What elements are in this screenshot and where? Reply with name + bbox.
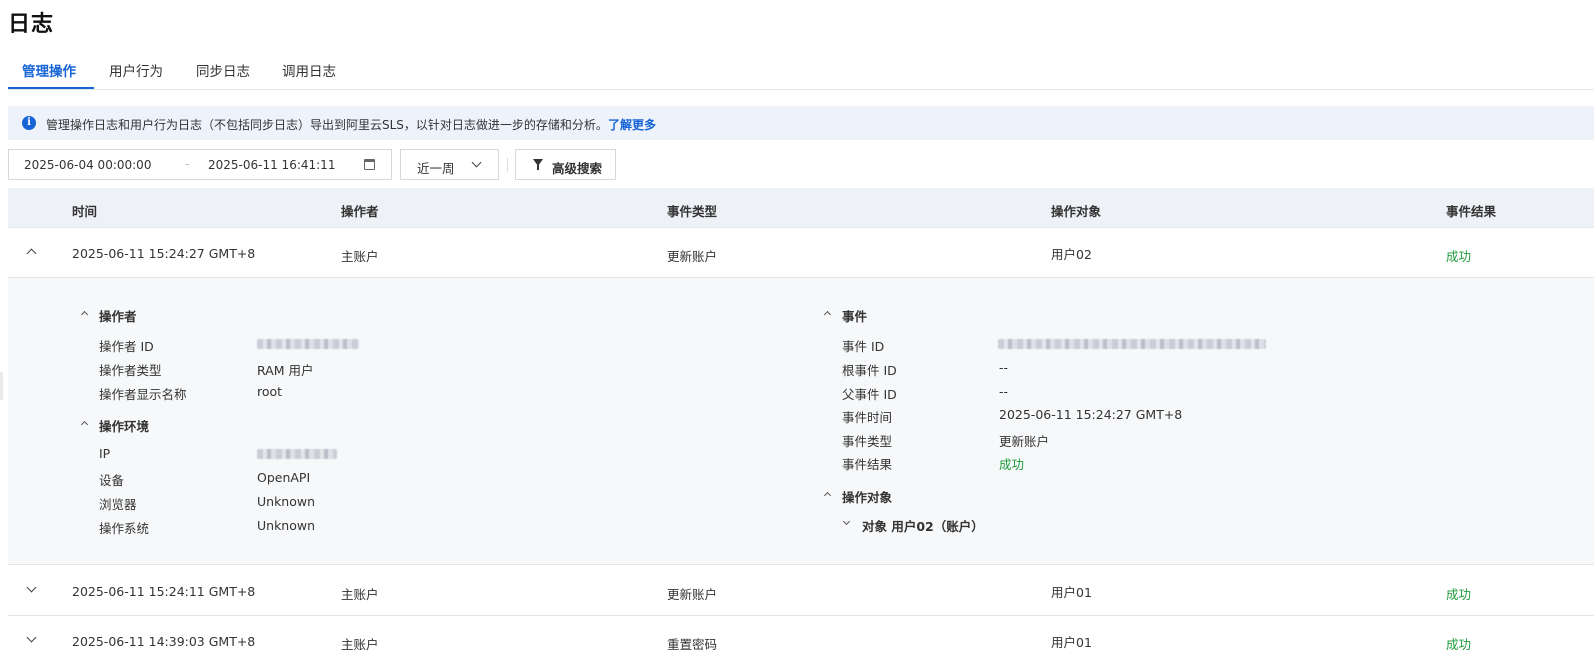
row-target: 用户01 xyxy=(1051,635,1092,650)
date-start[interactable]: 2025-06-04 00:00:00 xyxy=(24,158,151,172)
chevron-up-icon[interactable] xyxy=(823,310,832,319)
tab-bar: 管理操作 用户行为 同步日志 调用日志 xyxy=(8,50,1594,90)
chevron-up-icon xyxy=(26,248,37,259)
ip-label: IP xyxy=(99,446,111,461)
tab-management-ops[interactable]: 管理操作 xyxy=(22,60,76,90)
table-header: 时间 操作者 事件类型 操作对象 事件结果 xyxy=(8,188,1594,228)
chevron-down-icon xyxy=(26,632,37,643)
row-event-type: 重置密码 xyxy=(667,637,718,652)
notice-banner: i 管理操作日志和用户行为日志（不包括同步日志）导出到阿里云SLS，以针对日志做… xyxy=(8,106,1594,140)
chevron-up-icon[interactable] xyxy=(80,420,89,429)
browser-value: Unknown xyxy=(257,494,316,509)
target-object-item[interactable]: 对象 用户02（账户） xyxy=(862,516,984,535)
row-event-type: 更新账户 xyxy=(667,587,718,602)
event-time-value: 2025-06-11 15:24:27 GMT+8 xyxy=(999,407,1183,422)
date-end[interactable]: 2025-06-11 16:41:11 xyxy=(208,158,335,172)
row-target: 用户02 xyxy=(1051,247,1092,262)
row-time: 2025-06-11 14:39:03 GMT+8 xyxy=(72,634,256,649)
filter-icon xyxy=(533,159,543,170)
event-id-label: 事件 ID xyxy=(842,339,885,354)
row-target: 用户01 xyxy=(1051,585,1092,600)
notice-message: 管理操作日志和用户行为日志（不包括同步日志）导出到阿里云SLS，以针对日志做进一… xyxy=(46,118,608,132)
row-time: 2025-06-11 15:24:11 GMT+8 xyxy=(72,584,256,599)
expand-row-button[interactable] xyxy=(24,631,40,647)
tab-sync-log[interactable]: 同步日志 xyxy=(196,60,250,90)
os-value: Unknown xyxy=(257,518,316,533)
advanced-search-button[interactable]: 高级搜索 xyxy=(515,149,616,180)
event-time-label: 事件时间 xyxy=(842,410,893,425)
os-label: 操作系统 xyxy=(99,521,150,536)
chevron-down-icon xyxy=(26,582,37,593)
table-row[interactable]: 2025-06-11 15:24:27 GMT+8 主账户 更新账户 用户02 … xyxy=(8,228,1594,278)
redacted-ip xyxy=(257,449,337,459)
row-operator: 主账户 xyxy=(341,637,379,652)
col-result: 事件结果 xyxy=(1446,204,1497,219)
chevron-down-icon[interactable] xyxy=(842,517,851,526)
expand-row-button[interactable] xyxy=(24,581,40,597)
root-event-id-label: 根事件 ID xyxy=(842,363,897,378)
root-event-id-value: -- xyxy=(999,360,1009,375)
operator-display-name-label: 操作者显示名称 xyxy=(99,387,187,402)
operator-type-value: RAM 用户 xyxy=(257,363,314,378)
calendar-icon[interactable] xyxy=(364,159,375,170)
page-title: 日志 xyxy=(8,12,55,37)
toolbar-divider xyxy=(507,158,508,172)
date-separator: - xyxy=(185,157,190,171)
tab-call-log[interactable]: 调用日志 xyxy=(282,60,336,90)
col-operator: 操作者 xyxy=(341,204,379,219)
redacted-event-id xyxy=(998,339,1266,349)
operator-type-label: 操作者类型 xyxy=(99,363,162,378)
advanced-search-label: 高级搜索 xyxy=(552,161,603,176)
period-select[interactable]: 近一周 xyxy=(400,149,499,180)
operator-id-label: 操作者 ID xyxy=(99,339,154,354)
chevron-up-icon[interactable] xyxy=(80,310,89,319)
notice-text: 管理操作日志和用户行为日志（不包括同步日志）导出到阿里云SLS，以针对日志做进一… xyxy=(46,116,656,133)
collapse-row-button[interactable] xyxy=(24,243,40,259)
row-detail-panel: 操作者 操作者 ID 操作者类型 RAM 用户 操作者显示名称 root 操作环… xyxy=(8,278,1594,565)
event-result-label: 事件结果 xyxy=(842,457,893,472)
chevron-up-icon[interactable] xyxy=(823,491,832,500)
chevron-down-icon xyxy=(471,157,482,168)
active-tab-indicator xyxy=(8,87,94,89)
info-icon: i xyxy=(22,116,36,130)
env-section-title: 操作环境 xyxy=(99,419,150,434)
event-type-value: 更新账户 xyxy=(999,434,1050,449)
row-result: 成功 xyxy=(1446,637,1472,652)
device-label: 设备 xyxy=(99,473,125,488)
redacted-operator-id xyxy=(257,339,359,349)
target-section-title: 操作对象 xyxy=(842,490,893,505)
col-target: 操作对象 xyxy=(1051,204,1102,219)
row-operator: 主账户 xyxy=(341,587,379,602)
row-result: 成功 xyxy=(1446,249,1472,264)
col-time: 时间 xyxy=(72,204,98,219)
device-value: OpenAPI xyxy=(257,470,311,485)
page-edge-handle xyxy=(0,372,3,400)
row-operator: 主账户 xyxy=(341,249,379,264)
event-section-title: 事件 xyxy=(842,309,868,324)
table-row[interactable]: 2025-06-11 15:24:11 GMT+8 主账户 更新账户 用户01 … xyxy=(8,566,1594,616)
parent-event-id-value: -- xyxy=(999,384,1009,399)
learn-more-link[interactable]: 了解更多 xyxy=(608,118,656,132)
operator-section-title: 操作者 xyxy=(99,309,137,324)
period-select-value: 近一周 xyxy=(417,161,455,176)
col-event-type: 事件类型 xyxy=(667,204,718,219)
row-time: 2025-06-11 15:24:27 GMT+8 xyxy=(72,246,256,261)
row-result: 成功 xyxy=(1446,587,1472,602)
browser-label: 浏览器 xyxy=(99,497,137,512)
operator-display-name-value: root xyxy=(257,384,283,399)
table-row[interactable]: 2025-06-11 14:39:03 GMT+8 主账户 重置密码 用户01 … xyxy=(8,616,1594,663)
event-type-label: 事件类型 xyxy=(842,434,893,449)
date-range-picker[interactable]: 2025-06-04 00:00:00 - 2025-06-11 16:41:1… xyxy=(8,149,392,180)
parent-event-id-label: 父事件 ID xyxy=(842,387,897,402)
row-event-type: 更新账户 xyxy=(667,249,718,264)
tab-user-behavior[interactable]: 用户行为 xyxy=(109,60,163,90)
event-result-value: 成功 xyxy=(999,457,1025,472)
